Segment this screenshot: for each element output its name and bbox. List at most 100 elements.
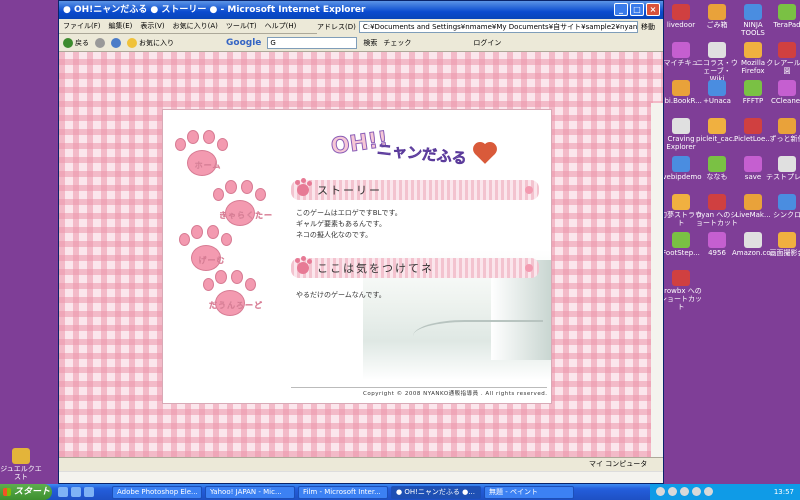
section-header-story: ストーリー — [291, 180, 539, 200]
desktop-icon-jewel[interactable]: ジュエルクエスト — [0, 448, 42, 481]
taskbar-button[interactable]: Yahoo! JAPAN - Mic... — [205, 485, 295, 499]
menu-edit[interactable]: 編集(E) — [109, 21, 133, 31]
google-search-input[interactable]: G — [267, 36, 358, 49]
copyright: Copyright © 2008 NYANKO通販指導員 . All right… — [363, 391, 548, 397]
go-button[interactable]: 移動 — [641, 22, 663, 32]
tray-icon[interactable] — [680, 487, 689, 496]
desktop-icon-label: ななも — [706, 173, 728, 181]
desktop-icon[interactable]: クレアール学園 — [766, 42, 800, 75]
paw-pad — [191, 225, 203, 239]
check-button[interactable]: チェック — [383, 38, 411, 48]
menu-favorites[interactable]: お気に入り(A) — [173, 21, 218, 31]
taskbar-button[interactable]: Film - Microsoft Inter... — [298, 485, 388, 499]
taskbar-button[interactable]: 無題 - ペイント — [484, 485, 574, 499]
nav-paw-3[interactable]: だうんろーど — [201, 270, 262, 326]
paw-icon — [295, 258, 309, 274]
app-icon — [778, 4, 796, 20]
ie-icon[interactable] — [58, 487, 68, 497]
app-icon — [708, 42, 726, 58]
tray-icon[interactable] — [668, 487, 677, 496]
check-label: チェック — [383, 38, 412, 47]
quick-launch — [52, 487, 112, 497]
taskbar-button[interactable]: ● OH!ニャンだふる ●... — [391, 485, 481, 499]
site-logo[interactable]: OH!! ニャンだふる — [323, 125, 503, 170]
close-button[interactable]: × — [646, 3, 660, 16]
app-icon — [708, 118, 726, 134]
desktop-icon[interactable]: CCleaner — [766, 80, 800, 105]
desktop-icon-label: 4956 — [708, 249, 726, 257]
menu-help[interactable]: ヘルプ(H) — [265, 21, 297, 31]
desktop-icon[interactable]: ずっと新作 — [766, 118, 800, 143]
tray-icon[interactable] — [704, 487, 713, 496]
desktop-icon-label: +Unaca — [703, 97, 731, 105]
app-icon — [672, 42, 690, 58]
menu-tools[interactable]: ツール(T) — [226, 21, 257, 31]
taskbar-button[interactable]: Adobe Photoshop Ele... — [112, 485, 202, 499]
web-page-viewport: OH!! ニャンだふる ホーム きゃらくたー げーむ だうんろーど ストーリー このゲ… — [59, 52, 663, 457]
maximize-button[interactable]: □ — [630, 3, 644, 16]
title-bar[interactable]: ● OH!ニャンだふる ● ストーリー ● - Microsoft Intern… — [59, 1, 663, 19]
refresh-icon[interactable] — [111, 37, 121, 48]
favorites-button[interactable]: お気に入り — [127, 37, 174, 48]
desktop-icon-label: ごみ箱 — [706, 21, 728, 29]
browser-window: ● OH!ニャンだふる ● ストーリー ● - Microsoft Intern… — [58, 0, 664, 484]
desktop-icon[interactable]: TeraPad — [766, 4, 800, 29]
paw-pad — [255, 188, 266, 201]
desktop-icon[interactable]: crowbx へのショートカット — [660, 270, 702, 311]
desktop-icon-label: FootStep... — [662, 249, 700, 257]
clock[interactable]: 13:57 — [774, 488, 794, 496]
horizontal-scrollbar[interactable] — [59, 471, 663, 483]
desktop-icon[interactable]: テストプレイ — [766, 156, 800, 181]
google-search-button[interactable]: 検索 — [363, 38, 377, 48]
desktop-icon-label: 画面撮影会 — [769, 249, 800, 257]
desktop-icon-label: Craving Explorer — [666, 135, 696, 151]
google-logo: Google — [226, 37, 262, 48]
desktop-icon[interactable] — [71, 487, 81, 497]
app-icon — [708, 156, 726, 172]
app-icon — [744, 4, 762, 20]
section-header-caution: ここは気をつけてネ — [291, 258, 539, 278]
desktop-icon[interactable]: シンクロ — [766, 194, 800, 219]
section-title: ここは気をつけてネ — [317, 262, 434, 275]
section-body: やるだけのゲームなんです。 — [296, 291, 386, 299]
login-button[interactable]: ログイン — [473, 38, 501, 48]
app-icon — [672, 194, 690, 210]
paw-pad — [213, 188, 224, 201]
app-icon — [778, 80, 796, 96]
desktop-icon-label: NINJA TOOLS — [741, 21, 765, 37]
menu-view[interactable]: 表示(V) — [140, 21, 164, 31]
paw-pad — [231, 270, 243, 284]
nav-label: ホーム — [194, 161, 222, 170]
desktop-icon-label: マイチキュ — [663, 59, 699, 67]
nav-paw-0[interactable]: ホーム — [173, 130, 233, 186]
paw-pad — [221, 233, 232, 246]
menu-file[interactable]: ファイル(F) — [63, 21, 101, 31]
nav-label: げーむ — [198, 256, 226, 265]
forward-arrow-icon[interactable] — [95, 37, 105, 48]
desktop-icon-label: ずっと新作 — [769, 135, 800, 143]
app-icon — [778, 232, 796, 248]
tray-icon[interactable] — [692, 487, 701, 496]
vertical-scrollbar[interactable] — [651, 103, 663, 457]
tray-icon[interactable] — [656, 487, 665, 496]
media-icon[interactable] — [84, 487, 94, 497]
status-bar: マイ コンピュータ — [59, 457, 663, 471]
app-icon — [672, 156, 690, 172]
paw-pad — [241, 180, 253, 194]
desktop-icon-label: CCleaner — [771, 97, 800, 105]
minimize-button[interactable]: _ — [614, 3, 628, 16]
app-icon — [708, 4, 726, 20]
back-button[interactable]: 戻る — [63, 37, 89, 48]
paw-pad — [187, 130, 199, 144]
star-icon — [127, 37, 137, 48]
app-icon — [672, 118, 690, 134]
start-button[interactable]: スタート — [0, 484, 52, 500]
app-icon — [672, 232, 690, 248]
address-input[interactable]: C:¥Documents and Settings¥nmame¥My Docum… — [358, 20, 638, 33]
paw-icon — [295, 180, 309, 196]
app-icon — [744, 42, 762, 58]
app-icon — [672, 4, 690, 20]
desktop-icon-label: シンクロ — [773, 211, 800, 219]
app-icon — [672, 270, 690, 286]
desktop-icon[interactable]: 画面撮影会 — [766, 232, 800, 257]
